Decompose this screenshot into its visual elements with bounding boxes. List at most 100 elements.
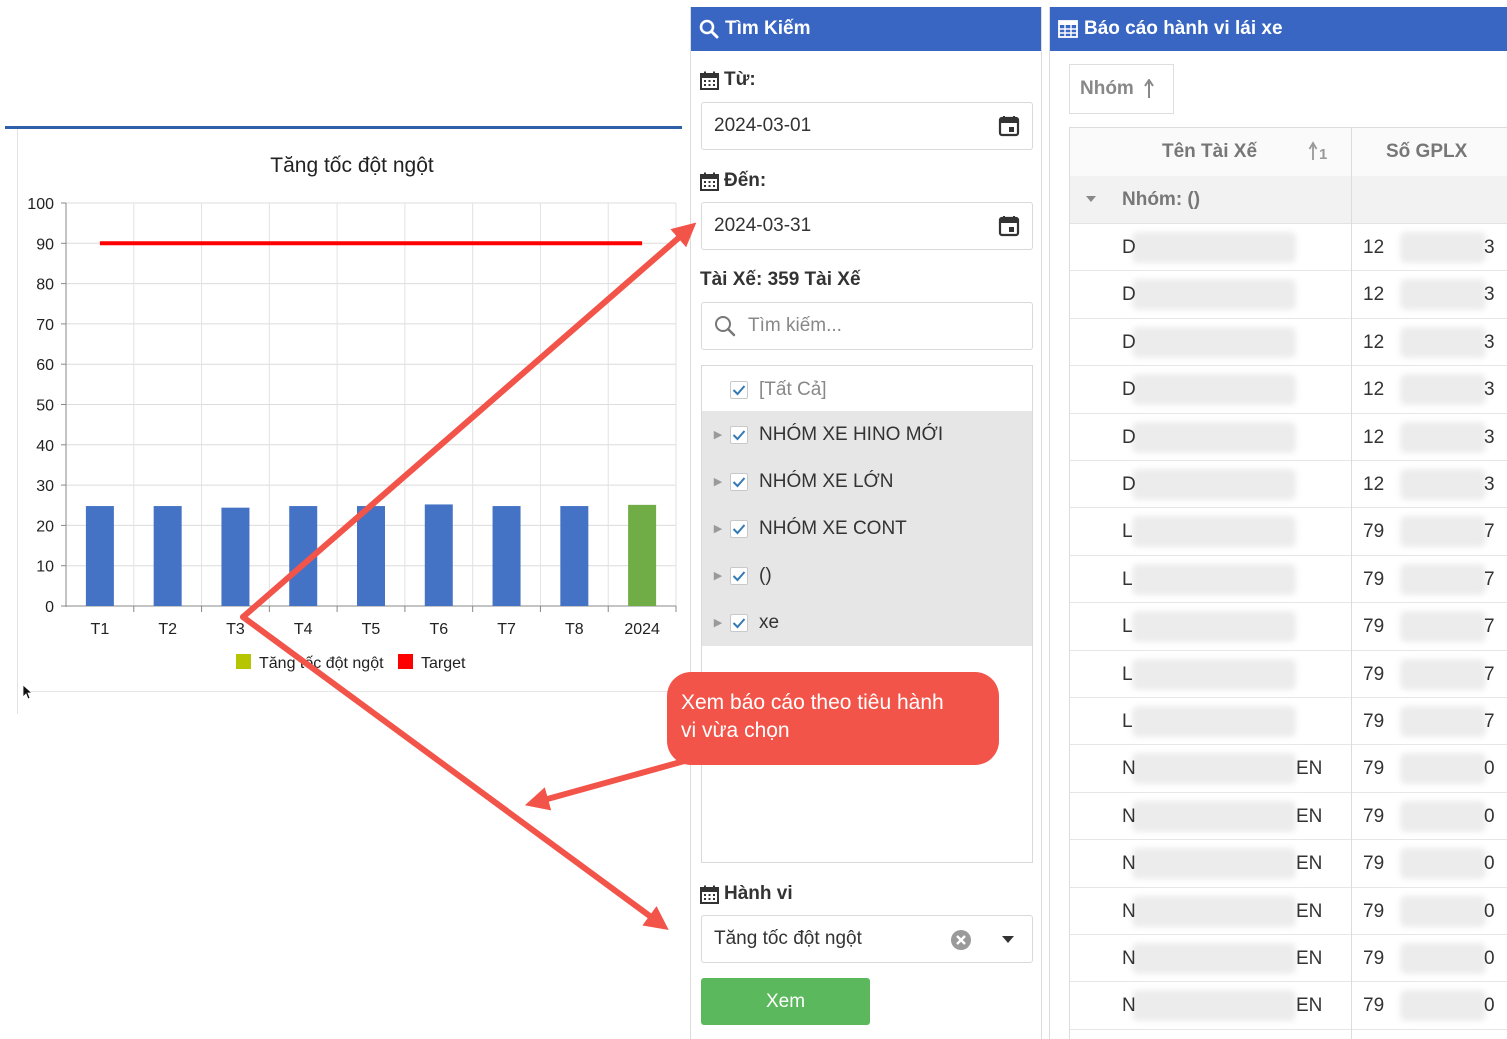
chart-title: Tăng tốc đột ngột xyxy=(270,154,434,177)
license-end: 3 xyxy=(1484,474,1495,495)
checkbox-icon[interactable] xyxy=(730,472,748,491)
tree-group-item[interactable]: ▶ NHÓM XE LỚN xyxy=(702,458,1032,505)
table-row[interactable]: L 79 7 xyxy=(1070,508,1507,556)
redacted-license xyxy=(1400,943,1486,974)
tree-select-all[interactable]: [Tất Cả] xyxy=(702,366,1032,413)
redacted-license xyxy=(1400,374,1486,406)
table-row[interactable]: N EN 79 0 xyxy=(1070,935,1507,983)
y-tick-label: 80 xyxy=(36,277,54,294)
y-tick-label: 30 xyxy=(36,478,54,495)
sort-up-icon xyxy=(1143,79,1154,99)
expand-caret-icon[interactable]: ▶ xyxy=(706,475,730,488)
search-panel-header: Tìm Kiếm xyxy=(691,7,1041,51)
group-label: NHÓM XE CONT xyxy=(759,517,907,539)
y-tick-label: 20 xyxy=(36,518,54,535)
expand-caret-icon[interactable]: ▶ xyxy=(706,616,730,629)
x-tick-label: T2 xyxy=(158,621,177,638)
checkbox-icon[interactable] xyxy=(730,425,748,444)
table-row[interactable]: N EN 79 0 xyxy=(1070,793,1507,841)
table-row[interactable]: D 12 3 xyxy=(1070,271,1507,319)
table-row[interactable]: N EN 79 0 xyxy=(1070,840,1507,888)
from-label-text: Từ: xyxy=(724,69,756,90)
sort-asc-icon[interactable]: 1 xyxy=(1308,141,1330,161)
table-row[interactable]: N EN 79 0 xyxy=(1070,982,1507,1030)
date-picker-icon[interactable] xyxy=(998,115,1020,137)
legend-swatch-series xyxy=(236,654,251,669)
license-end: 7 xyxy=(1484,616,1495,638)
redacted-license xyxy=(1400,611,1486,643)
column-header-license[interactable]: Số GPLX xyxy=(1386,141,1467,163)
x-tick-label: T3 xyxy=(226,621,245,638)
report-panel-title: Báo cáo hành vi lái xe xyxy=(1084,18,1283,39)
license-start: 12 xyxy=(1363,284,1385,306)
table-row[interactable]: N EN 79 0 xyxy=(1070,888,1507,935)
redacted-name xyxy=(1132,326,1296,358)
table-row[interactable]: D 12 3 xyxy=(1070,414,1507,461)
report-grid: Tên Tài Xế 1 Số GPLX Nhóm: () D 12 3 D 12 3 D 1… xyxy=(1069,127,1507,1039)
group-button[interactable]: Nhóm xyxy=(1069,64,1174,114)
expand-caret-icon[interactable]: ▶ xyxy=(706,522,730,535)
table-row[interactable]: L 79 7 xyxy=(1070,698,1507,746)
x-tick-label: T6 xyxy=(429,621,448,638)
search-icon xyxy=(714,315,736,337)
tree-group-item[interactable]: ▶ NHÓM XE CONT xyxy=(702,505,1032,552)
date-picker-icon[interactable] xyxy=(998,215,1020,237)
license-end: 0 xyxy=(1484,948,1495,969)
driver-name-start: N xyxy=(1122,758,1136,780)
redacted-name xyxy=(1132,516,1296,548)
license-start: 12 xyxy=(1363,426,1385,448)
table-row[interactable]: L 79 7 xyxy=(1070,603,1507,651)
driver-name-start: L xyxy=(1122,521,1133,543)
clear-selection-icon[interactable] xyxy=(950,929,972,951)
checkbox-icon[interactable] xyxy=(730,566,748,585)
to-label-text: Đến: xyxy=(724,170,767,191)
collapse-caret-icon[interactable] xyxy=(1086,196,1096,202)
table-row[interactable]: L 79 7 xyxy=(1070,651,1507,698)
table-row[interactable]: D 12 3 xyxy=(1070,461,1507,509)
driver-name-start: D xyxy=(1122,379,1136,401)
chart-bar xyxy=(221,507,250,606)
y-tick-label: 70 xyxy=(36,317,54,334)
view-button[interactable]: Xem xyxy=(701,978,870,1025)
table-row[interactable]: L 79 7 xyxy=(1070,556,1507,604)
license-start: 79 xyxy=(1363,805,1385,827)
y-tick-label: 0 xyxy=(45,599,54,616)
license-end: 0 xyxy=(1484,995,1495,1017)
table-row[interactable]: D 12 3 xyxy=(1070,224,1507,272)
checkbox-icon[interactable] xyxy=(730,519,748,538)
table-row[interactable]: D 12 3 xyxy=(1070,366,1507,414)
driver-name-start: D xyxy=(1122,237,1136,258)
tree-group-item[interactable]: ▶ xe xyxy=(702,599,1032,646)
tree-group-item[interactable]: ▶ NHÓM XE HINO MỚI xyxy=(702,411,1032,458)
driver-name-start: D xyxy=(1122,331,1136,353)
group-label: () xyxy=(759,564,772,586)
license-end: 0 xyxy=(1484,900,1495,922)
driver-search-input[interactable]: Tìm kiếm... xyxy=(701,302,1033,350)
expand-caret-icon[interactable]: ▶ xyxy=(706,428,730,441)
redacted-license xyxy=(1400,326,1486,358)
to-date-input[interactable]: 2024-03-31 xyxy=(701,202,1033,250)
table-row[interactable]: N EN 79 0 xyxy=(1070,745,1507,793)
license-start: 79 xyxy=(1363,663,1385,685)
checkbox-icon[interactable] xyxy=(730,380,748,399)
calendar-icon xyxy=(700,71,719,90)
checkbox-icon[interactable] xyxy=(730,613,748,632)
tree-group-item[interactable]: ▶ () xyxy=(702,552,1032,599)
from-date-input[interactable]: 2024-03-01 xyxy=(701,102,1033,150)
behavior-select[interactable]: Tăng tốc đột ngột xyxy=(701,915,1033,963)
y-tick-label: 10 xyxy=(36,559,54,576)
driver-name-end: EN xyxy=(1296,948,1323,969)
group-row[interactable]: Nhóm: () xyxy=(1070,176,1507,224)
dropdown-caret-icon[interactable] xyxy=(1002,936,1014,943)
license-start: 12 xyxy=(1363,331,1385,353)
y-tick-label: 40 xyxy=(36,438,54,455)
driver-name-start: D xyxy=(1122,474,1136,495)
table-row[interactable]: D 12 3 xyxy=(1070,319,1507,367)
calendar-icon xyxy=(700,172,719,191)
driver-name-start: L xyxy=(1122,568,1133,590)
legend-swatch-target xyxy=(398,654,413,669)
license-start: 12 xyxy=(1363,474,1385,495)
column-header-driver[interactable]: Tên Tài Xế xyxy=(1162,141,1257,163)
expand-caret-icon[interactable]: ▶ xyxy=(706,569,730,582)
driver-name-start: N xyxy=(1122,853,1136,875)
